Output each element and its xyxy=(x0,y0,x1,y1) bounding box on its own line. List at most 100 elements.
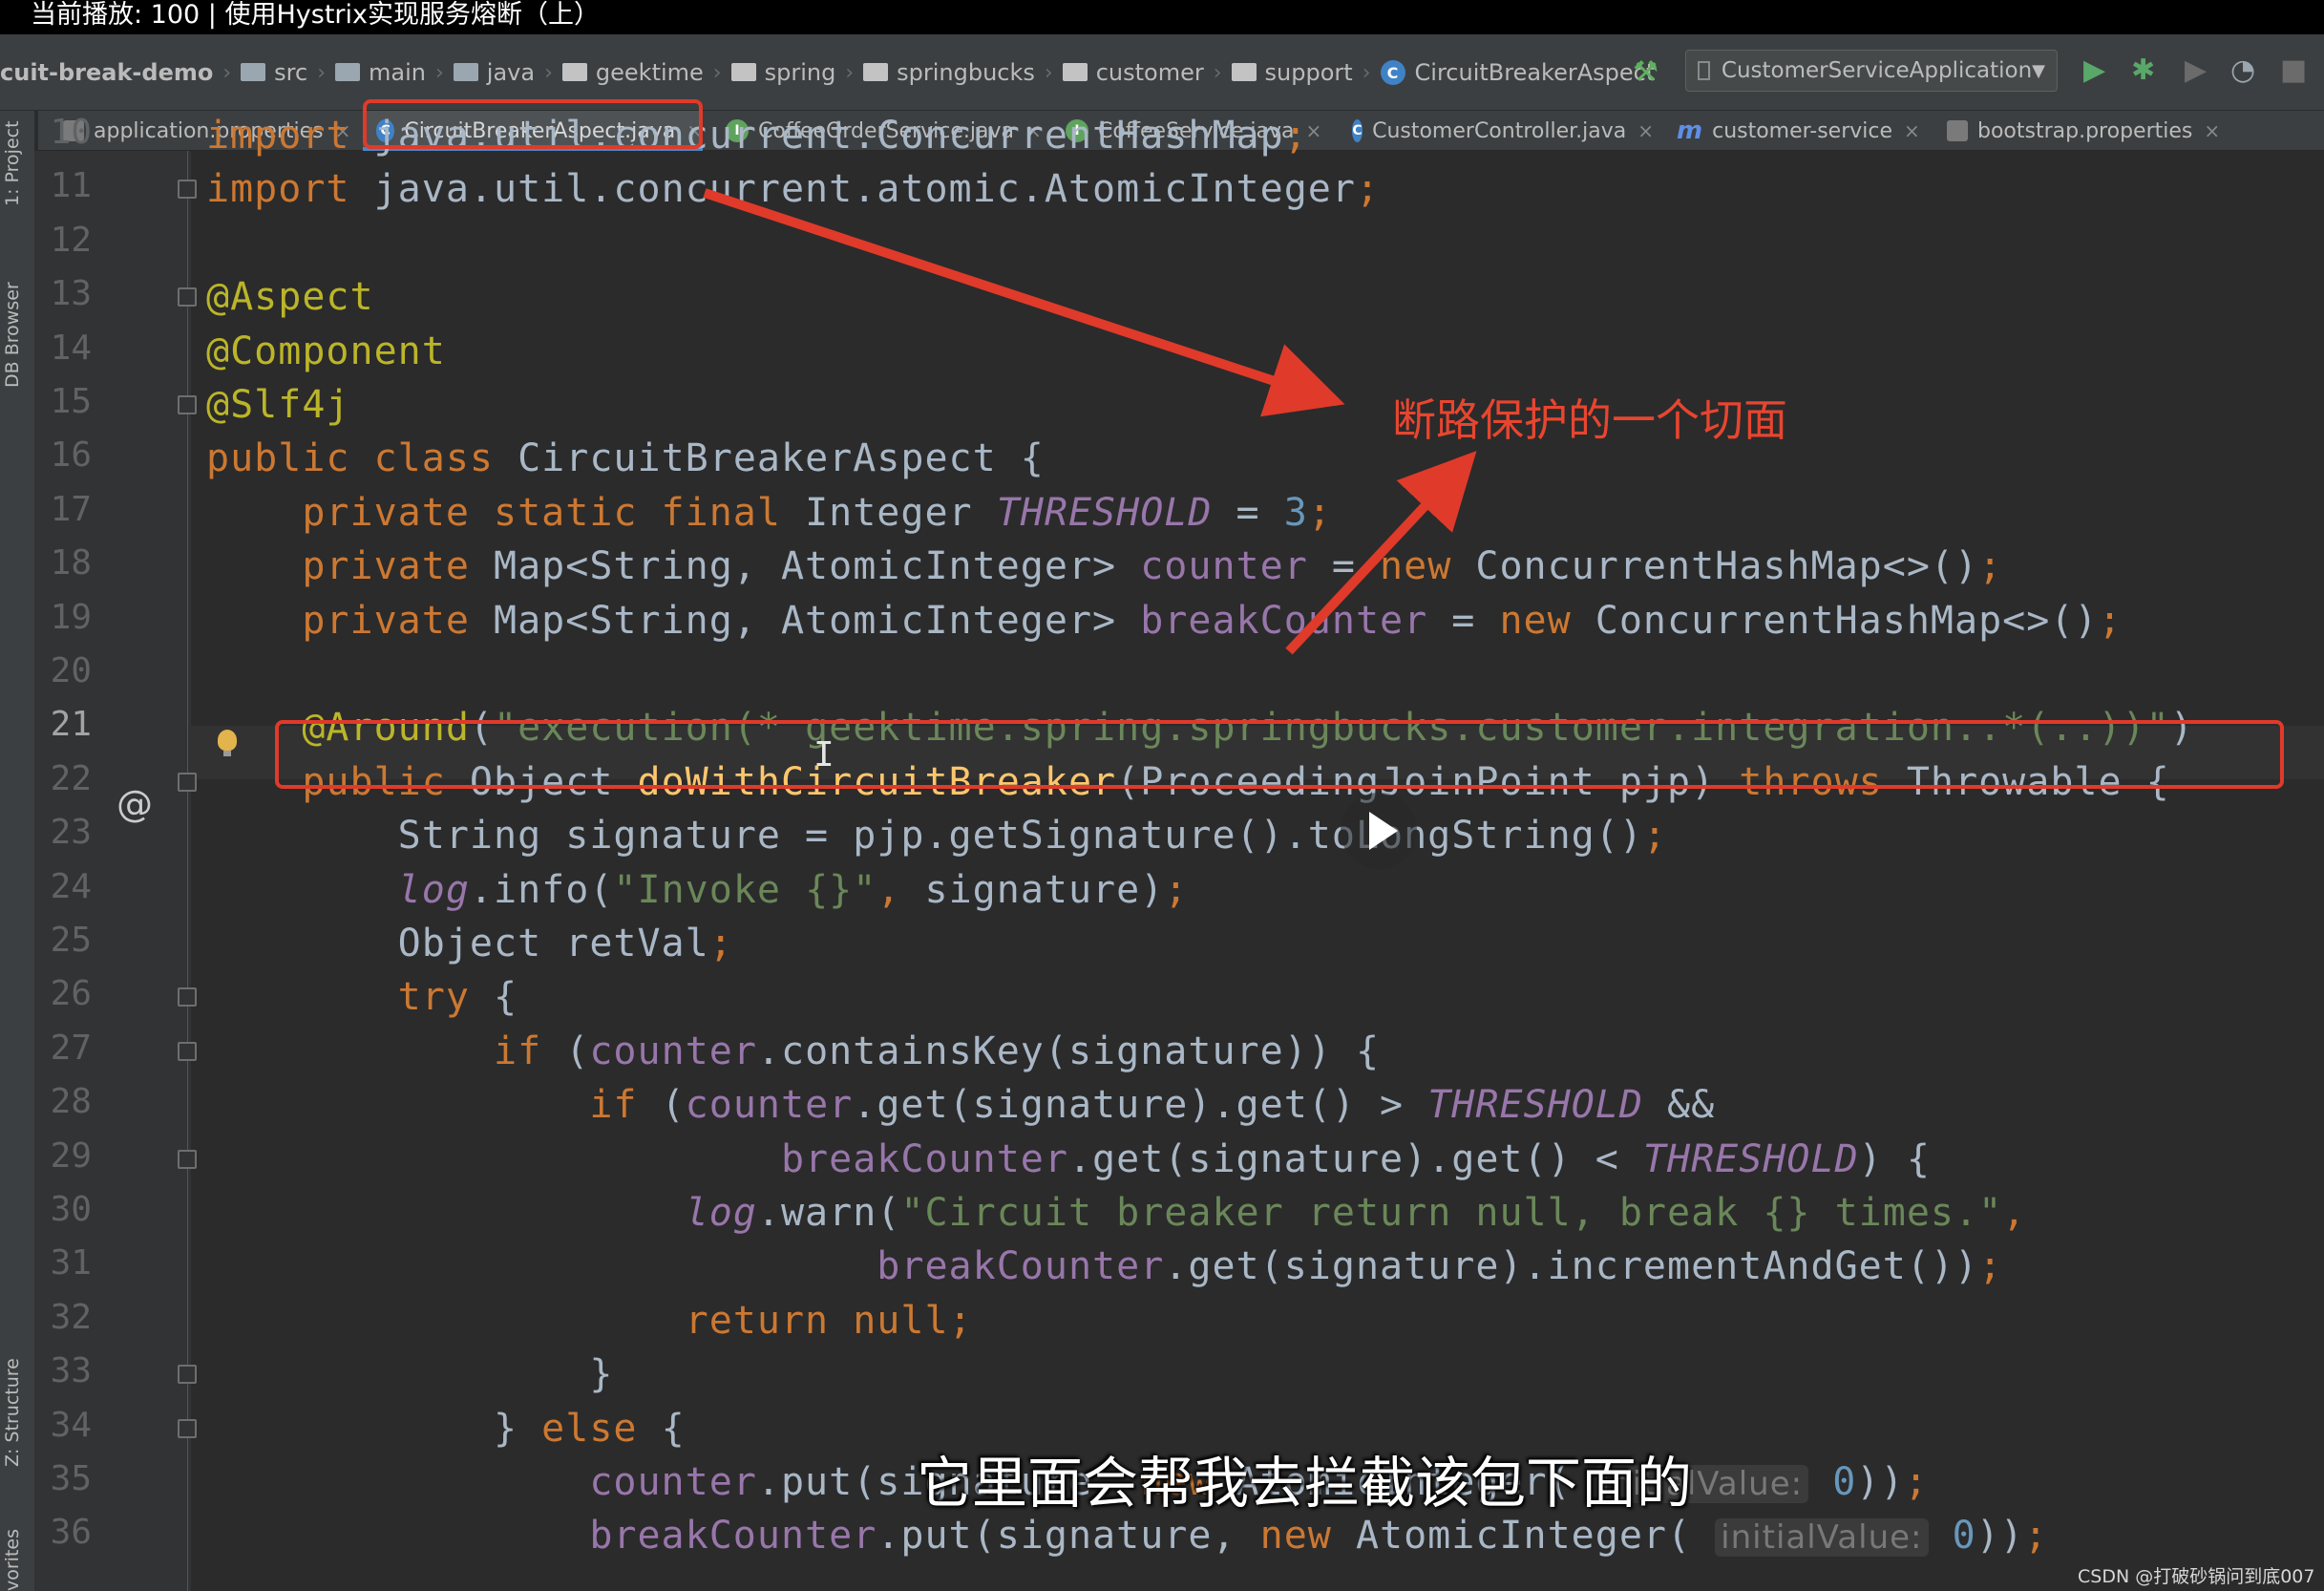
code-token: .info( xyxy=(469,868,614,912)
fold-toggle-icon[interactable] xyxy=(178,287,197,307)
fold-toggle-icon[interactable] xyxy=(178,773,197,792)
project-panel-tab[interactable]: 1: Project xyxy=(2,120,23,206)
line-number: 15 xyxy=(50,382,92,421)
close-icon[interactable]: × xyxy=(1637,119,1654,142)
breadcrumb-item[interactable]: › springbucks xyxy=(835,34,1035,111)
fold-toggle-icon[interactable] xyxy=(178,1419,197,1438)
code-token: log xyxy=(685,1191,757,1235)
code-token: ; xyxy=(1355,167,1381,211)
hammer-icon[interactable]: ⚒ xyxy=(1633,55,1658,89)
fold-toggle-icon[interactable] xyxy=(178,1042,197,1061)
close-icon[interactable]: × xyxy=(2204,119,2220,142)
debug-icon[interactable]: ✱ xyxy=(2131,53,2155,87)
line-number: 19 xyxy=(50,598,92,637)
fold-toggle-icon[interactable] xyxy=(178,395,197,414)
code-token: signature) xyxy=(924,868,1165,912)
line-number: 30 xyxy=(50,1190,92,1229)
breadcrumb-item[interactable]: cuit-break-demo xyxy=(0,34,213,111)
folder-icon xyxy=(241,62,266,81)
line-number: 31 xyxy=(50,1243,92,1283)
breadcrumb-label: customer xyxy=(1095,59,1204,86)
breadcrumb-item[interactable]: › support xyxy=(1204,34,1353,111)
code-line: if (counter.get(signature).get() > THRES… xyxy=(206,1078,1715,1132)
breadcrumb-separator-icon: › xyxy=(845,60,855,85)
profile-icon[interactable]: ◔ xyxy=(2230,53,2255,87)
lightbulb-icon[interactable] xyxy=(218,730,237,756)
line-number: 12 xyxy=(50,221,92,260)
tab-bootstrap-properties[interactable]: bootstrap.properties × xyxy=(1933,111,2258,151)
code-token: @Component xyxy=(206,329,446,373)
tab-customercontroller-java[interactable]: C CustomerController.java × xyxy=(1339,111,1654,151)
code-token: @Slf4j xyxy=(206,383,350,427)
tool-window-strip: 1: Project DB Browser Z: Structure vorit… xyxy=(0,111,35,1591)
package-icon xyxy=(1062,62,1088,81)
breadcrumb-item[interactable]: › customer xyxy=(1035,34,1204,111)
code-token: "Circuit breaker return null, break {} t… xyxy=(900,1191,2003,1235)
breadcrumb-item[interactable]: › src xyxy=(213,34,307,111)
code-token: )) xyxy=(1856,1460,1905,1504)
fold-toggle-icon[interactable] xyxy=(178,180,197,199)
breadcrumb-label: spring xyxy=(764,59,836,86)
run-icon[interactable]: ▶ xyxy=(2083,53,2105,87)
code-token: log xyxy=(397,868,470,912)
line-number: 11 xyxy=(50,166,92,205)
code-token: .get(signature).get() > xyxy=(853,1083,1428,1127)
code-token: if xyxy=(493,1029,566,1073)
line-number: 21 xyxy=(50,705,92,744)
code-token: THRESHOLD xyxy=(1427,1083,1643,1127)
fold-toggle-icon[interactable] xyxy=(178,1150,197,1169)
code-token: counter xyxy=(589,1460,757,1504)
line-number: 35 xyxy=(50,1459,92,1498)
code-token: counter xyxy=(1140,544,1308,588)
structure-panel-tab[interactable]: Z: Structure xyxy=(2,1358,23,1467)
code-token: 0 xyxy=(1952,1514,1976,1558)
line-number: 27 xyxy=(50,1029,92,1068)
breadcrumb-separator-icon: › xyxy=(1362,60,1371,85)
code-line: @Aspect xyxy=(206,270,374,324)
code-token: { xyxy=(493,975,518,1019)
package-icon xyxy=(561,62,587,81)
code-token: } xyxy=(206,1352,614,1396)
breadcrumb-separator-icon: › xyxy=(222,60,232,85)
override-marker-icon[interactable]: @ xyxy=(116,783,153,825)
tab-customer-service[interactable]: m customer-service × xyxy=(1663,111,1925,151)
code-token: String signature = pjp.getSignature().to… xyxy=(206,814,1643,858)
fold-toggle-icon[interactable] xyxy=(178,987,197,1007)
code-token: "Invoke {}" xyxy=(613,868,877,912)
run-configuration-select[interactable]: CustomerServiceApplication ▼ xyxy=(1685,50,2058,92)
line-number: 26 xyxy=(50,974,92,1013)
code-token: private xyxy=(302,544,494,588)
run-with-coverage-icon[interactable]: ▶ xyxy=(2185,53,2207,87)
favorites-panel-tab[interactable]: vorites xyxy=(2,1529,23,1591)
screenshot-root: 当前播放: 100 | 使用Hystrix实现服务熔断（上） cuit-brea… xyxy=(0,0,2324,1591)
code-token: Map<String, AtomicInteger> xyxy=(493,544,1141,588)
breadcrumb-label: src xyxy=(274,59,308,86)
breadcrumb-separator-icon: › xyxy=(1213,60,1222,85)
play-icon[interactable] xyxy=(1341,793,1417,869)
maven-icon: m xyxy=(1677,117,1703,145)
code-token: ) { xyxy=(1858,1137,1931,1181)
line-number: 10 xyxy=(50,113,92,152)
tab-label: customer-service xyxy=(1712,118,1893,143)
db-browser-panel-tab[interactable]: DB Browser xyxy=(2,282,23,388)
close-icon[interactable]: × xyxy=(1305,119,1321,142)
class-icon: C xyxy=(1380,60,1405,85)
code-token: counter xyxy=(685,1083,854,1127)
close-icon[interactable]: × xyxy=(1904,119,1920,142)
code-token: if xyxy=(589,1083,662,1127)
breadcrumb-item[interactable]: › C CircuitBreakerAspect xyxy=(1353,34,1656,111)
breadcrumb-separator-icon: › xyxy=(317,60,327,85)
code-token: import xyxy=(206,167,374,211)
code-token: ( xyxy=(661,1083,686,1127)
code-token: public class xyxy=(206,436,518,480)
fold-toggle-icon[interactable] xyxy=(178,1365,197,1384)
stop-icon[interactable]: ■ xyxy=(2280,53,2307,87)
active-tab-highlight-box xyxy=(363,99,703,149)
breadcrumb-item[interactable]: › spring xyxy=(704,34,836,111)
breadcrumb-separator-icon: › xyxy=(434,60,444,85)
